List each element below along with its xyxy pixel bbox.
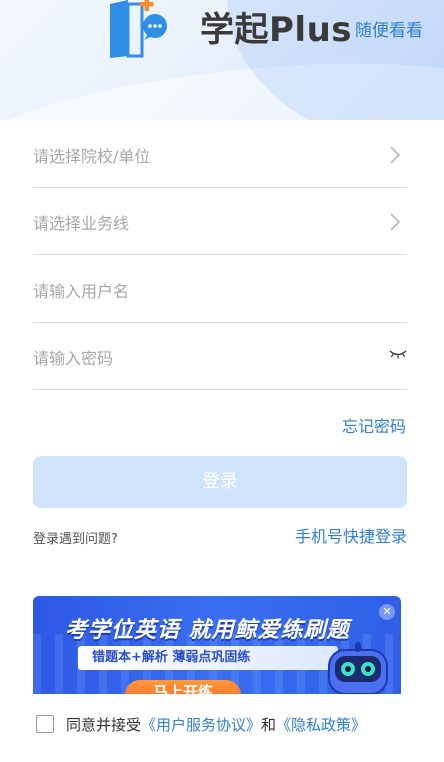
agreement-prefix: 同意并接受 [66, 716, 142, 734]
password-input[interactable]: 请输入密码 [33, 323, 407, 390]
user-agreement-link[interactable]: 《用户服务协议》 [141, 716, 261, 734]
chevron-right-icon [390, 146, 401, 164]
login-button[interactable]: 登录 [33, 456, 407, 508]
app-name: 学起Plus [200, 10, 353, 50]
business-line-select[interactable]: 请选择业务线 [33, 188, 407, 255]
agreement-text: 同意并接受《用户服务协议》和《隐私政策》 [66, 714, 366, 735]
login-problem-link[interactable]: 登录遇到问题? [33, 528, 118, 547]
phone-quick-login-link[interactable]: 手机号快捷登录 [295, 523, 407, 547]
school-select[interactable]: 请选择院校/单位 [33, 121, 407, 188]
close-icon[interactable]: ✕ [379, 604, 395, 620]
password-placeholder: 请输入密码 [33, 349, 114, 368]
agreement-row: 同意并接受《用户服务协议》和《隐私政策》 [36, 712, 416, 736]
banner-cta-button[interactable]: 马上开练 [125, 680, 241, 694]
privacy-policy-link[interactable]: 《隐私政策》 [276, 716, 366, 734]
agreement-and: 和 [261, 716, 277, 734]
app-logo-icon [110, 0, 167, 58]
forgot-password-link[interactable]: 忘记密码 [342, 413, 406, 437]
username-input[interactable]: 请输入用户名 [33, 256, 407, 323]
header: 学起Plus 随便看看 [0, 0, 444, 120]
banner-subtitle: 错题本+解析 薄弱点巩固练 [78, 646, 338, 670]
eye-closed-icon[interactable] [389, 349, 407, 359]
chevron-right-icon [390, 213, 401, 231]
banner-title: 考学位英语 就用鲸爱练刷题 [65, 618, 350, 643]
business-line-placeholder: 请选择业务线 [33, 214, 130, 233]
browse-as-guest-link[interactable]: 随便看看 [355, 16, 423, 41]
username-placeholder: 请输入用户名 [33, 282, 130, 301]
agree-checkbox[interactable] [36, 715, 54, 733]
promo-banner[interactable]: 考学位英语 就用鲸爱练刷题 错题本+解析 薄弱点巩固练 马上开练 ✕ [33, 596, 401, 694]
robot-mascot-icon [328, 642, 388, 694]
school-select-placeholder: 请选择院校/单位 [33, 147, 151, 166]
